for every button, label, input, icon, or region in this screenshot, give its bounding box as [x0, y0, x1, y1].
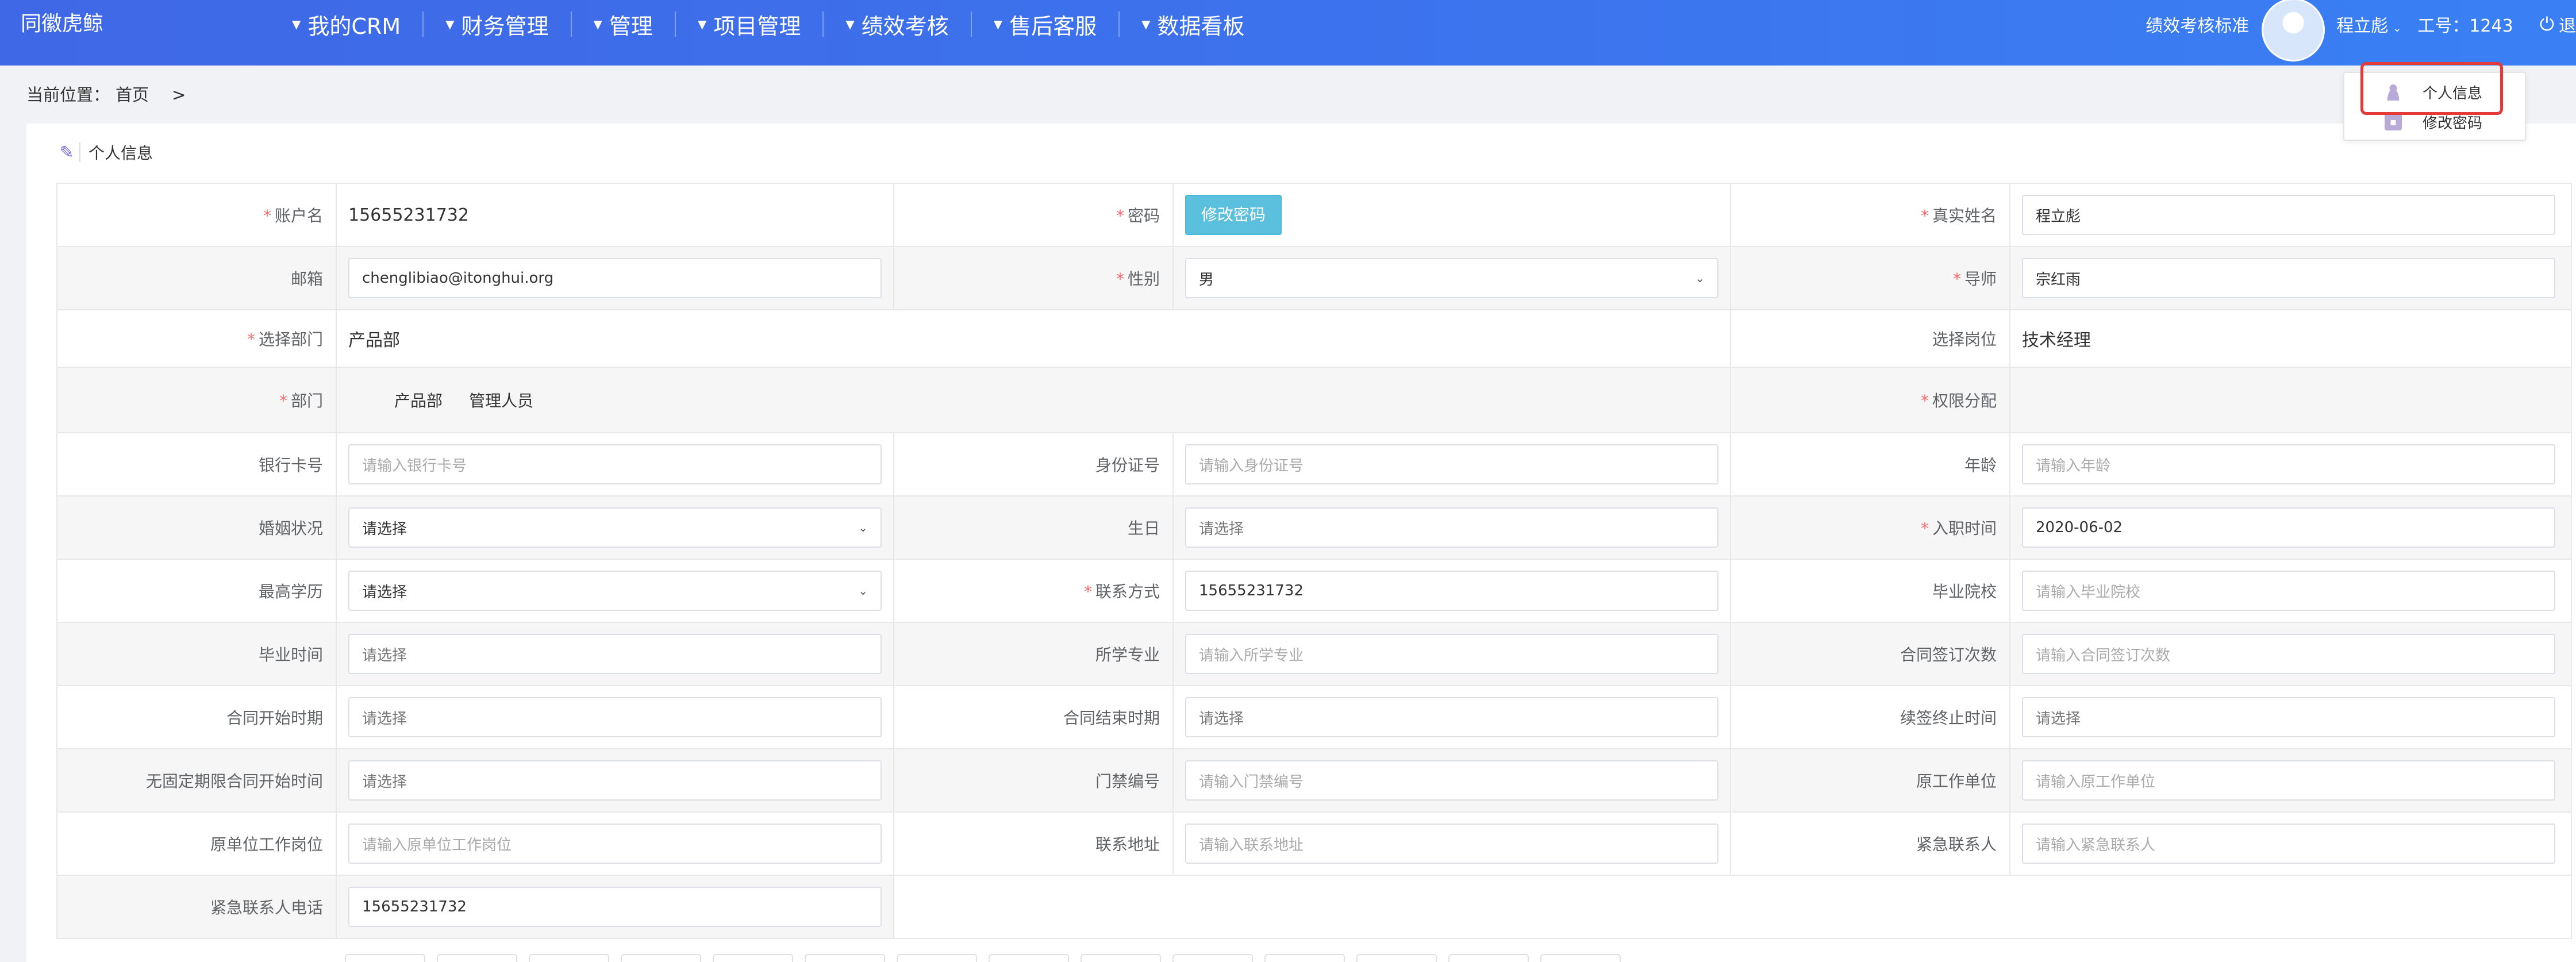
renew-end-picker[interactable]: 请选择: [2022, 697, 2555, 737]
major-input[interactable]: 请输入所学专业: [1185, 634, 1718, 674]
chevron-down-icon: ⌄: [858, 521, 868, 534]
join-date-picker[interactable]: 2020-06-02: [2022, 507, 2555, 548]
nav-dashboard[interactable]: ▼ 数据看板: [1118, 11, 1266, 39]
nav-my-crm[interactable]: ▼ 我的CRM: [270, 11, 422, 39]
emergency-phone-input[interactable]: 15655231732: [348, 887, 882, 927]
chevron-down-icon: ▼: [993, 17, 1003, 31]
kpi-standard-link[interactable]: 绩效考核标准: [2146, 11, 2249, 37]
user-menu-toggle[interactable]: 程立彪 ⌄: [2336, 11, 2401, 37]
age-input[interactable]: 请输入年龄: [2022, 444, 2555, 484]
contact-input[interactable]: 15655231732: [1185, 571, 1718, 611]
chevron-down-icon: ▼: [697, 17, 707, 31]
nav-after-sales[interactable]: ▼ 售后客服: [970, 11, 1118, 39]
breadcrumb-home[interactable]: 首页: [116, 85, 149, 105]
logout-link[interactable]: 退: [2559, 11, 2576, 37]
chevron-down-icon: ⌄: [858, 584, 868, 598]
chevron-down-icon: ⌄: [1695, 271, 1705, 285]
gender-select[interactable]: 男 ⌄: [1185, 258, 1718, 298]
account-value: 15655231732: [336, 183, 894, 247]
app-logo[interactable]: 同徽虎鲸: [21, 0, 103, 48]
education-select[interactable]: 请选择 ⌄: [348, 571, 882, 611]
action-buttons-partial: [345, 954, 2471, 962]
chevron-down-icon: ▼: [593, 17, 602, 31]
avatar[interactable]: [2262, 0, 2325, 61]
edit-icon: ✎: [59, 143, 80, 163]
chevron-down-icon: ▼: [445, 17, 455, 31]
mentor-input[interactable]: 宗红雨: [2022, 258, 2555, 298]
access-card-input[interactable]: 请输入门禁编号: [1185, 760, 1718, 801]
chevron-down-icon: ▼: [1141, 17, 1151, 31]
lock-icon: ▪: [2385, 113, 2402, 130]
employee-id: 工号：1243: [2417, 16, 2513, 36]
nav-projects[interactable]: ▼ 项目管理: [674, 11, 822, 39]
chevron-down-icon: ⌄: [2393, 22, 2402, 34]
permission-cell[interactable]: [2009, 367, 2572, 433]
contract-times-input[interactable]: 请输入合同签订次数: [2022, 634, 2555, 674]
post-select-value[interactable]: 技术经理: [2009, 309, 2572, 368]
user-area: 绩效考核标准 程立彪 ⌄ 工号：1243 ⏻ 退: [2146, 0, 2576, 61]
contract-end-picker[interactable]: 请选择: [1185, 697, 1718, 737]
chevron-down-icon: ▼: [845, 17, 855, 31]
nav-manage[interactable]: ▼ 管理: [570, 11, 675, 39]
emergency-contact-input[interactable]: 请输入紧急联系人: [2022, 824, 2555, 864]
dept-tags: 产品部 管理人员: [336, 367, 1731, 433]
breadcrumb: 当前位置： 首页 >: [26, 85, 186, 105]
real-name-input[interactable]: 程立彪: [2022, 195, 2555, 235]
chevron-down-icon: ▼: [292, 17, 301, 31]
power-icon[interactable]: ⏻: [2540, 13, 2554, 36]
marital-select[interactable]: 请选择 ⌄: [348, 507, 882, 548]
nav-finance[interactable]: ▼ 财务管理: [422, 11, 570, 39]
prev-company-input[interactable]: 请输入原工作单位: [2022, 760, 2555, 801]
school-input[interactable]: 请输入毕业院校: [2022, 571, 2555, 611]
grad-time-picker[interactable]: 请选择: [348, 634, 882, 674]
open-contract-picker[interactable]: 请选择: [348, 760, 882, 801]
main-nav: ▼ 我的CRM ▼ 财务管理 ▼ 管理 ▼ 项目管理 ▼ 绩效考核 ▼ 售后客服 ▼ 数据看板: [270, 0, 1267, 48]
bank-card-input[interactable]: 请输入银行卡号: [348, 444, 882, 484]
panel-title: 个人信息: [89, 144, 153, 163]
birthday-picker[interactable]: 请选择: [1185, 507, 1718, 548]
contract-start-picker[interactable]: 请选择: [348, 697, 882, 737]
address-input[interactable]: 请输入联系地址: [1185, 824, 1718, 864]
highlight-box: [2360, 62, 2503, 115]
email-input[interactable]: chenglibiao@itonghui.org: [348, 258, 882, 298]
top-navbar: 同徽虎鲸 ▼ 我的CRM ▼ 财务管理 ▼ 管理 ▼ 项目管理 ▼ 绩效考核 ▼ 售后客服 …: [0, 0, 2576, 66]
profile-form: * 账户名 15655231732 * 密码 修改密码 * 真实姓名 程立彪 邮箱 c…: [56, 183, 2572, 939]
panel-header: ✎ 个人信息: [59, 141, 153, 164]
change-password-button[interactable]: 修改密码: [1185, 195, 1282, 235]
id-card-input[interactable]: 请输入身份证号: [1185, 444, 1718, 484]
nav-performance[interactable]: ▼ 绩效考核: [822, 11, 970, 39]
dept-select-value[interactable]: 产品部: [336, 309, 1731, 368]
prev-post-input[interactable]: 请输入原单位工作岗位: [348, 824, 882, 864]
